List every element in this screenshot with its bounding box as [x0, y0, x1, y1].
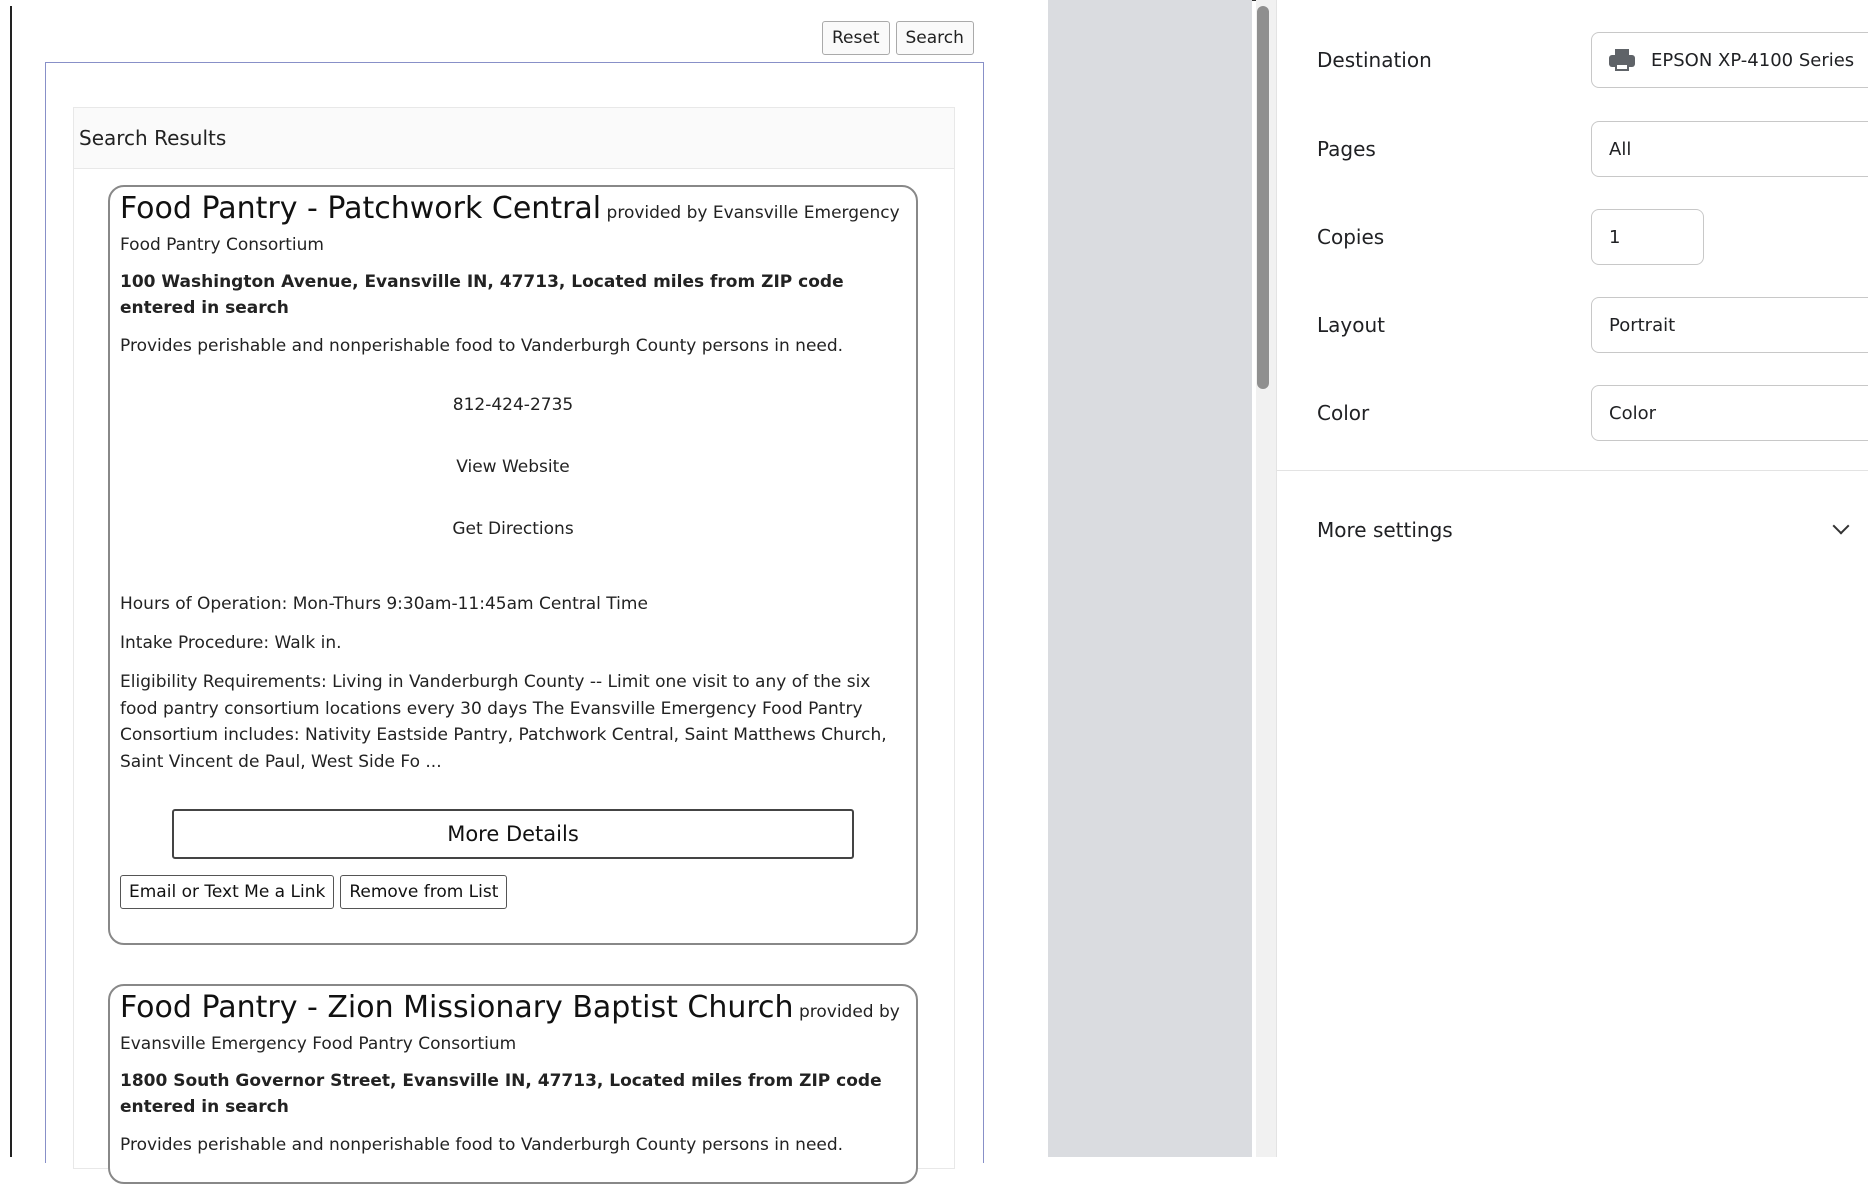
preview-scrollbar-thumb[interactable] [1257, 6, 1269, 389]
more-details-button[interactable]: More Details [172, 809, 854, 859]
page-edge [10, 6, 12, 1157]
print-settings-panel: Destination EPSON XP-4100 Series Pages A… [1276, 0, 1868, 1157]
email-text-link-button[interactable]: Email or Text Me a Link [120, 875, 335, 909]
print-preview: Reset Search Search Results Food Pantry … [0, 0, 1048, 1184]
remove-from-list-button[interactable]: Remove from List [340, 875, 508, 909]
search-buttons: Reset Search [822, 21, 974, 55]
more-settings-label: More settings [1317, 518, 1453, 542]
card-address: 100 Washington Avenue, Evansville IN, 47… [120, 272, 844, 318]
layout-label: Layout [1317, 313, 1385, 337]
hours-of-operation: Hours of Operation: Mon-Thurs 9:30am-11:… [120, 594, 648, 614]
layout-select[interactable]: Portrait [1591, 297, 1868, 353]
color-select[interactable]: Color [1591, 385, 1868, 441]
destination-label: Destination [1317, 48, 1432, 72]
card-provider: provided by [798, 1002, 900, 1022]
card-provider-rest: Food Pantry Consortium [120, 235, 324, 255]
search-button[interactable]: Search [895, 21, 974, 55]
copies-input[interactable]: 1 [1591, 209, 1704, 265]
card-provider: provided by Evansville Emergency [606, 203, 900, 223]
pages-label: Pages [1317, 137, 1376, 161]
chevron-down-icon [1832, 517, 1850, 535]
card-address: 1800 South Governor Street, Evansville I… [120, 1071, 882, 1117]
destination-select[interactable]: EPSON XP-4100 Series [1591, 32, 1868, 88]
destination-value: EPSON XP-4100 Series [1651, 49, 1855, 71]
intake-procedure: Intake Procedure: Walk in. [120, 633, 342, 653]
color-value: Color [1609, 402, 1656, 424]
view-website-link[interactable]: View Website [120, 457, 906, 477]
card-actions: Email or Text Me a Link Remove from List [120, 875, 906, 909]
more-settings-toggle[interactable]: More settings [1317, 517, 1850, 542]
phone-link[interactable]: 812-424-2735 [120, 395, 906, 415]
reset-button[interactable]: Reset [822, 21, 890, 55]
pages-value: All [1609, 138, 1632, 160]
preview-background [1048, 0, 1252, 1157]
card-title: Food Pantry - Zion Missionary Baptist Ch… [120, 990, 794, 1025]
copies-label: Copies [1317, 225, 1385, 249]
get-directions-link[interactable]: Get Directions [120, 519, 906, 539]
card-title: Food Pantry - Patchwork Central [120, 191, 602, 226]
settings-divider [1277, 470, 1868, 471]
layout-value: Portrait [1609, 314, 1676, 336]
result-card: Food Pantry - Patchwork Central provided… [108, 185, 918, 945]
eligibility-requirements: Eligibility Requirements: Living in Vand… [120, 672, 887, 772]
card-title-line: Food Pantry - Patchwork Central provided… [120, 193, 906, 229]
search-results-heading: Search Results [74, 108, 954, 169]
color-label: Color [1317, 401, 1370, 425]
card-provider-rest: Evansville Emergency Food Pantry Consort… [120, 1034, 517, 1054]
result-card: Food Pantry - Zion Missionary Baptist Ch… [108, 984, 918, 1184]
card-description: Provides perishable and nonperishable fo… [120, 336, 844, 356]
printer-icon [1609, 49, 1635, 71]
card-description: Provides perishable and nonperishable fo… [120, 1135, 844, 1155]
pages-select[interactable]: All [1591, 121, 1868, 177]
card-title-line: Food Pantry - Zion Missionary Baptist Ch… [120, 992, 906, 1028]
